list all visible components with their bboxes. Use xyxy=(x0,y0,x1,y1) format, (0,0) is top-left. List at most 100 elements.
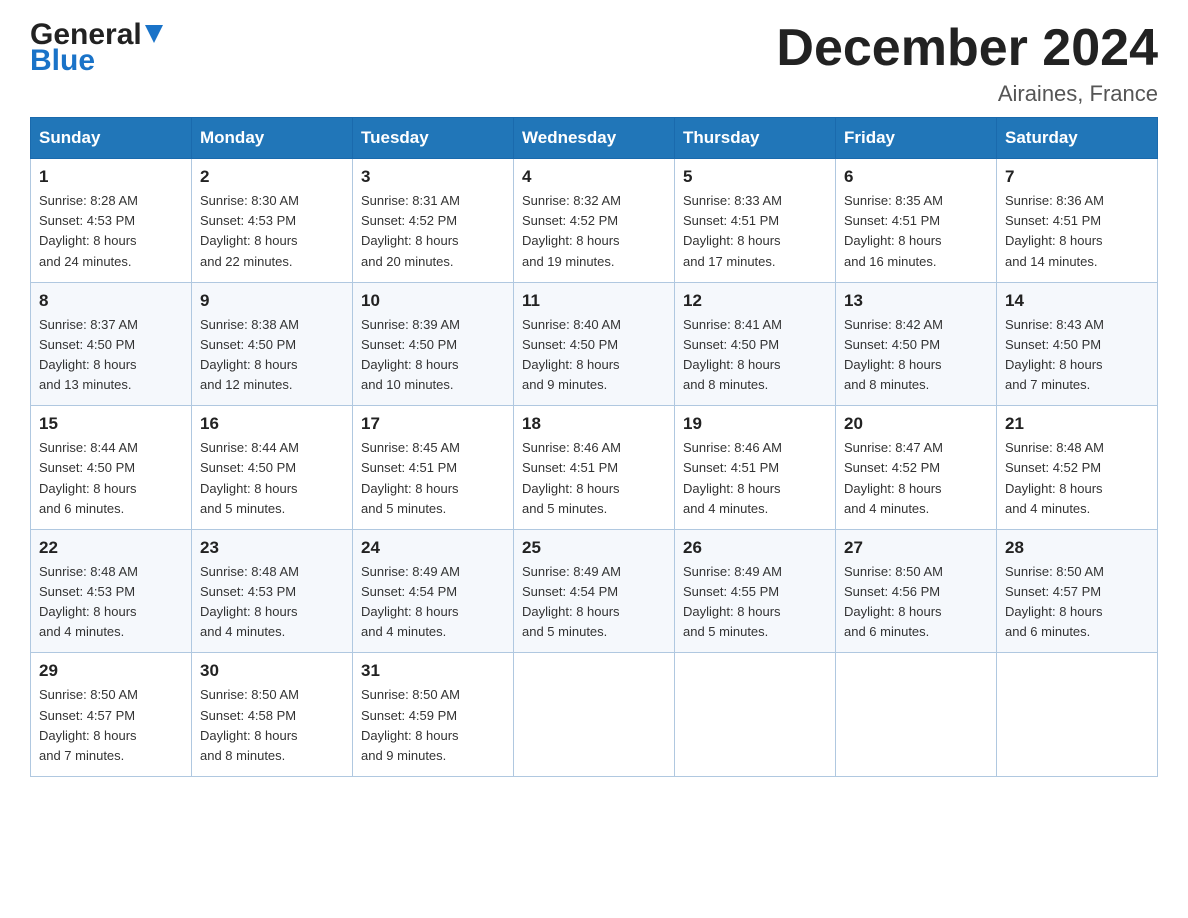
day-number: 1 xyxy=(39,167,183,187)
day-number: 4 xyxy=(522,167,666,187)
day-info: Sunrise: 8:38 AMSunset: 4:50 PMDaylight:… xyxy=(200,315,344,396)
calendar-day-cell: 4 Sunrise: 8:32 AMSunset: 4:52 PMDaylight… xyxy=(514,159,675,283)
calendar-table: SundayMondayTuesdayWednesdayThursdayFrid… xyxy=(30,117,1158,777)
calendar-day-cell: 29Sunrise: 8:50 AMSunset: 4:57 PMDayligh… xyxy=(31,653,192,777)
calendar-day-cell: 28 Sunrise: 8:50 AMSunset: 4:57 PMDayligh… xyxy=(997,529,1158,653)
day-info: Sunrise: 8:43 AMSunset: 4:50 PMDaylight:… xyxy=(1005,315,1149,396)
day-info: Sunrise: 8:41 AMSunset: 4:50 PMDaylight:… xyxy=(683,315,827,396)
day-info: Sunrise: 8:33 AMSunset: 4:51 PMDaylight:… xyxy=(683,191,827,272)
day-info: Sunrise: 8:37 AMSunset: 4:50 PMDaylight:… xyxy=(39,315,183,396)
day-number: 9 xyxy=(200,291,344,311)
day-number: 11 xyxy=(522,291,666,311)
calendar-day-cell: 10Sunrise: 8:39 AMSunset: 4:50 PMDayligh… xyxy=(353,282,514,406)
day-number: 6 xyxy=(844,167,988,187)
calendar-day-cell: 15 Sunrise: 8:44 AMSunset: 4:50 PMDayligh… xyxy=(31,406,192,530)
calendar-day-cell: 14Sunrise: 8:43 AMSunset: 4:50 PMDayligh… xyxy=(997,282,1158,406)
day-info: Sunrise: 8:50 AMSunset: 4:58 PMDaylight:… xyxy=(200,685,344,766)
day-info: Sunrise: 8:47 AMSunset: 4:52 PMDaylight:… xyxy=(844,438,988,519)
day-number: 21 xyxy=(1005,414,1149,434)
day-number: 28 xyxy=(1005,538,1149,558)
calendar-empty-cell xyxy=(514,653,675,777)
day-number: 16 xyxy=(200,414,344,434)
calendar-day-cell: 16 Sunrise: 8:44 AMSunset: 4:50 PMDayligh… xyxy=(192,406,353,530)
day-number: 12 xyxy=(683,291,827,311)
day-info: Sunrise: 8:44 AMSunset: 4:50 PMDaylight:… xyxy=(200,438,344,519)
calendar-week-row: 15 Sunrise: 8:44 AMSunset: 4:50 PMDayligh… xyxy=(31,406,1158,530)
day-number: 24 xyxy=(361,538,505,558)
day-number: 13 xyxy=(844,291,988,311)
calendar-week-row: 29Sunrise: 8:50 AMSunset: 4:57 PMDayligh… xyxy=(31,653,1158,777)
calendar-day-cell: 3 Sunrise: 8:31 AMSunset: 4:52 PMDaylight… xyxy=(353,159,514,283)
day-number: 5 xyxy=(683,167,827,187)
calendar-header-thursday: Thursday xyxy=(675,118,836,159)
calendar-header-friday: Friday xyxy=(836,118,997,159)
day-info: Sunrise: 8:50 AMSunset: 4:56 PMDaylight:… xyxy=(844,562,988,643)
day-info: Sunrise: 8:44 AMSunset: 4:50 PMDaylight:… xyxy=(39,438,183,519)
day-number: 27 xyxy=(844,538,988,558)
day-info: Sunrise: 8:36 AMSunset: 4:51 PMDaylight:… xyxy=(1005,191,1149,272)
calendar-day-cell: 13 Sunrise: 8:42 AMSunset: 4:50 PMDayligh… xyxy=(836,282,997,406)
day-number: 15 xyxy=(39,414,183,434)
day-number: 8 xyxy=(39,291,183,311)
day-number: 30 xyxy=(200,661,344,681)
calendar-day-cell: 12 Sunrise: 8:41 AMSunset: 4:50 PMDayligh… xyxy=(675,282,836,406)
calendar-header-saturday: Saturday xyxy=(997,118,1158,159)
day-info: Sunrise: 8:30 AMSunset: 4:53 PMDaylight:… xyxy=(200,191,344,272)
day-info: Sunrise: 8:50 AMSunset: 4:59 PMDaylight:… xyxy=(361,685,505,766)
calendar-day-cell: 26Sunrise: 8:49 AMSunset: 4:55 PMDayligh… xyxy=(675,529,836,653)
calendar-day-cell: 7 Sunrise: 8:36 AMSunset: 4:51 PMDaylight… xyxy=(997,159,1158,283)
calendar-day-cell: 17 Sunrise: 8:45 AMSunset: 4:51 PMDayligh… xyxy=(353,406,514,530)
day-info: Sunrise: 8:49 AMSunset: 4:55 PMDaylight:… xyxy=(683,562,827,643)
day-info: Sunrise: 8:46 AMSunset: 4:51 PMDaylight:… xyxy=(683,438,827,519)
day-number: 20 xyxy=(844,414,988,434)
day-number: 10 xyxy=(361,291,505,311)
day-info: Sunrise: 8:50 AMSunset: 4:57 PMDaylight:… xyxy=(1005,562,1149,643)
day-info: Sunrise: 8:32 AMSunset: 4:52 PMDaylight:… xyxy=(522,191,666,272)
page-header: General Blue December 2024 Airaines, Fra… xyxy=(30,20,1158,107)
calendar-day-cell: 5 Sunrise: 8:33 AMSunset: 4:51 PMDaylight… xyxy=(675,159,836,283)
day-info: Sunrise: 8:48 AMSunset: 4:53 PMDaylight:… xyxy=(39,562,183,643)
day-info: Sunrise: 8:49 AMSunset: 4:54 PMDaylight:… xyxy=(361,562,505,643)
calendar-day-cell: 25Sunrise: 8:49 AMSunset: 4:54 PMDayligh… xyxy=(514,529,675,653)
day-number: 2 xyxy=(200,167,344,187)
day-info: Sunrise: 8:28 AMSunset: 4:53 PMDaylight:… xyxy=(39,191,183,272)
calendar-day-cell: 24 Sunrise: 8:49 AMSunset: 4:54 PMDayligh… xyxy=(353,529,514,653)
month-title: December 2024 xyxy=(776,20,1158,77)
calendar-day-cell: 21 Sunrise: 8:48 AMSunset: 4:52 PMDayligh… xyxy=(997,406,1158,530)
calendar-day-cell: 18Sunrise: 8:46 AMSunset: 4:51 PMDayligh… xyxy=(514,406,675,530)
day-number: 22 xyxy=(39,538,183,558)
logo-triangle-icon xyxy=(145,25,163,47)
day-info: Sunrise: 8:48 AMSunset: 4:53 PMDaylight:… xyxy=(200,562,344,643)
day-number: 19 xyxy=(683,414,827,434)
day-info: Sunrise: 8:35 AMSunset: 4:51 PMDaylight:… xyxy=(844,191,988,272)
day-number: 7 xyxy=(1005,167,1149,187)
title-block: December 2024 Airaines, France xyxy=(776,20,1158,107)
day-number: 3 xyxy=(361,167,505,187)
calendar-day-cell: 23 Sunrise: 8:48 AMSunset: 4:53 PMDayligh… xyxy=(192,529,353,653)
calendar-header-tuesday: Tuesday xyxy=(353,118,514,159)
calendar-week-row: 1 Sunrise: 8:28 AMSunset: 4:53 PMDaylight… xyxy=(31,159,1158,283)
calendar-day-cell: 6 Sunrise: 8:35 AMSunset: 4:51 PMDaylight… xyxy=(836,159,997,283)
logo-blue-text: Blue xyxy=(30,46,163,76)
day-info: Sunrise: 8:31 AMSunset: 4:52 PMDaylight:… xyxy=(361,191,505,272)
day-number: 18 xyxy=(522,414,666,434)
day-number: 17 xyxy=(361,414,505,434)
day-number: 23 xyxy=(200,538,344,558)
calendar-day-cell: 31Sunrise: 8:50 AMSunset: 4:59 PMDayligh… xyxy=(353,653,514,777)
day-info: Sunrise: 8:42 AMSunset: 4:50 PMDaylight:… xyxy=(844,315,988,396)
day-info: Sunrise: 8:50 AMSunset: 4:57 PMDaylight:… xyxy=(39,685,183,766)
day-info: Sunrise: 8:45 AMSunset: 4:51 PMDaylight:… xyxy=(361,438,505,519)
calendar-day-cell: 27 Sunrise: 8:50 AMSunset: 4:56 PMDayligh… xyxy=(836,529,997,653)
calendar-header-sunday: Sunday xyxy=(31,118,192,159)
calendar-day-cell: 20 Sunrise: 8:47 AMSunset: 4:52 PMDayligh… xyxy=(836,406,997,530)
day-info: Sunrise: 8:48 AMSunset: 4:52 PMDaylight:… xyxy=(1005,438,1149,519)
location-title: Airaines, France xyxy=(776,81,1158,107)
calendar-day-cell: 8 Sunrise: 8:37 AMSunset: 4:50 PMDaylight… xyxy=(31,282,192,406)
calendar-empty-cell xyxy=(675,653,836,777)
calendar-empty-cell xyxy=(997,653,1158,777)
calendar-day-cell: 9 Sunrise: 8:38 AMSunset: 4:50 PMDaylight… xyxy=(192,282,353,406)
calendar-day-cell: 1 Sunrise: 8:28 AMSunset: 4:53 PMDaylight… xyxy=(31,159,192,283)
calendar-header-monday: Monday xyxy=(192,118,353,159)
calendar-day-cell: 19 Sunrise: 8:46 AMSunset: 4:51 PMDayligh… xyxy=(675,406,836,530)
calendar-day-cell: 2 Sunrise: 8:30 AMSunset: 4:53 PMDaylight… xyxy=(192,159,353,283)
